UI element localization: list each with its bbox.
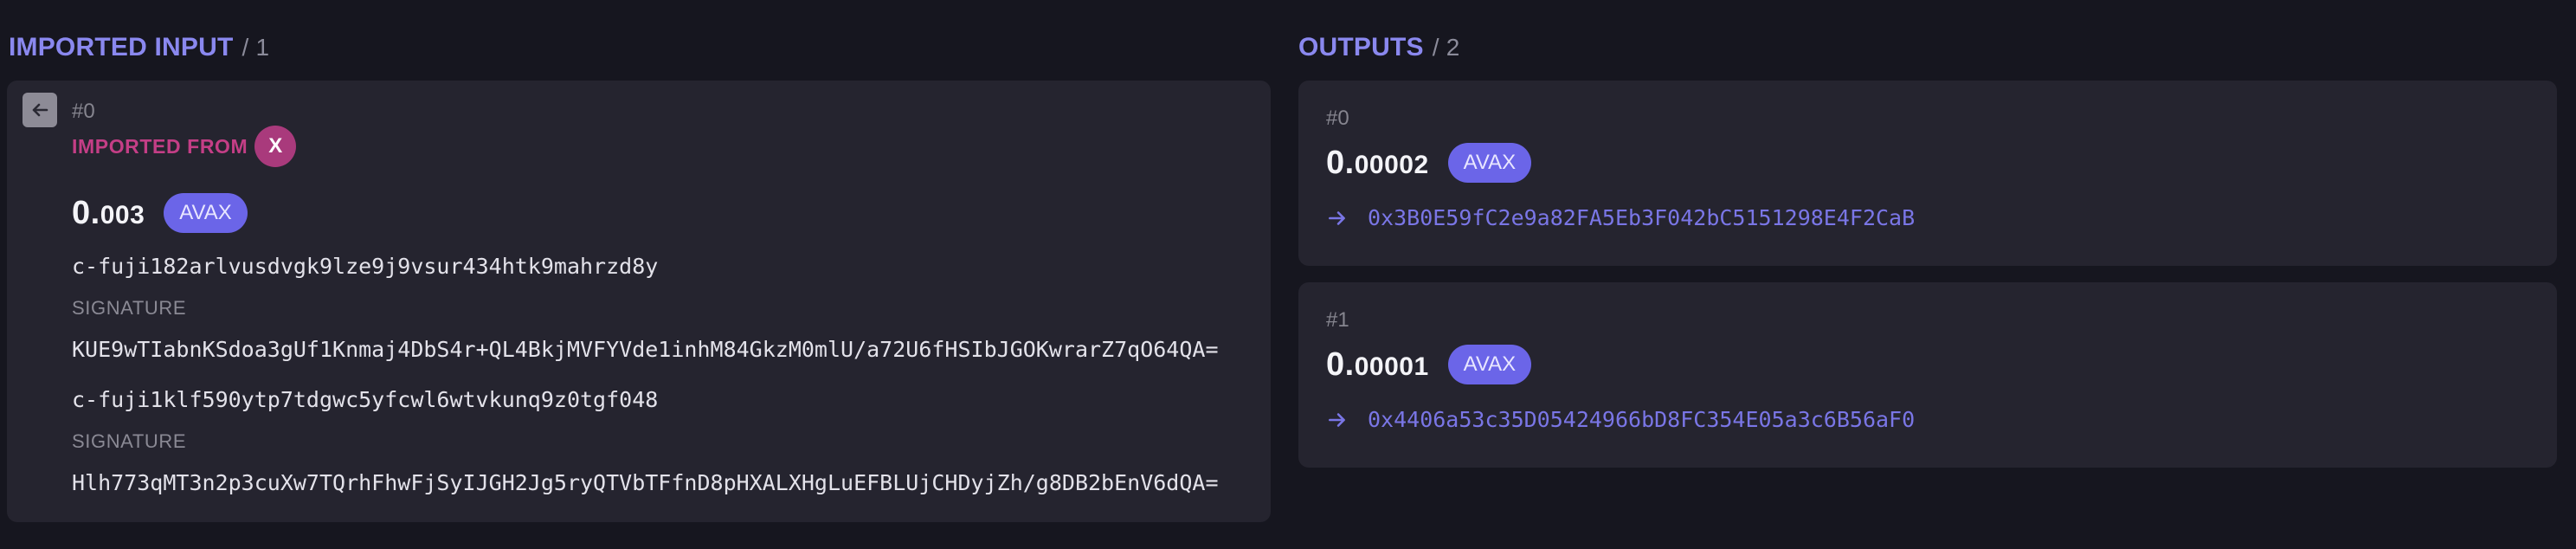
output-asset-badge: AVAX — [1447, 143, 1532, 183]
credential-address[interactable]: c-fuji1klf590ytp7tdgwc5yfcwl6wtvkunq9z0t… — [72, 387, 658, 412]
imported-input-count: / 1 — [242, 34, 270, 61]
signature-label: SIGNATURE — [72, 430, 187, 452]
output-asset-badge: AVAX — [1447, 345, 1532, 384]
output-index: #0 — [1326, 107, 1349, 130]
imported-from-row: IMPORTED FROM X — [72, 126, 297, 167]
input-index: #0 — [72, 100, 95, 123]
output-amount: 0.00001 — [1326, 346, 1429, 383]
imported-input-heading: IMPORTED INPUT / 1 — [9, 33, 269, 68]
output-address-row: 0x3B0E59fC2e9a82FA5Eb3F042bC5151298E4F2C… — [1326, 205, 1915, 230]
x-chain-badge: X — [254, 126, 297, 167]
outputs-title: OUTPUTS — [1298, 33, 1424, 61]
arrow-left-icon — [32, 103, 48, 117]
signature-label: SIGNATURE — [72, 297, 187, 319]
imported-input-card: #0 IMPORTED FROM X 0.003 AVAX c-fuji182a… — [7, 81, 1271, 522]
output-address-row: 0x4406a53c35D05424966bD8FC354E05a3c6B56a… — [1326, 407, 1915, 432]
output-address-link[interactable]: 0x4406a53c35D05424966bD8FC354E05a3c6B56a… — [1368, 407, 1915, 432]
arrow-right-icon — [1329, 412, 1345, 427]
output-amount-row: 0.00002 AVAX — [1326, 143, 1532, 183]
signature-value: Hlh773qMT3n2p3cuXw7TQrhFhwFjSyIJGH2Jg5ry… — [72, 470, 1219, 495]
signature-value: KUE9wTIabnKSdoa3gUf1Knmaj4DbS4r+QL4BkjMV… — [72, 337, 1219, 362]
outputs-count: / 2 — [1432, 34, 1460, 61]
back-button[interactable] — [23, 93, 57, 127]
input-amount: 0.003 — [72, 194, 145, 231]
imported-input-title: IMPORTED INPUT — [9, 33, 234, 61]
output-card: #1 0.00001 AVAX 0x4406a53c35D05424966bD8… — [1298, 282, 2557, 468]
output-card: #0 0.00002 AVAX 0x3B0E59fC2e9a82FA5Eb3F0… — [1298, 81, 2557, 266]
output-amount-row: 0.00001 AVAX — [1326, 345, 1532, 384]
arrow-right-icon — [1329, 210, 1345, 225]
outputs-heading: OUTPUTS / 2 — [1298, 33, 1459, 68]
input-asset-badge: AVAX — [164, 193, 248, 233]
input-amount-row: 0.003 AVAX — [72, 193, 248, 233]
output-index: #1 — [1326, 308, 1349, 332]
imported-from-label: IMPORTED FROM — [72, 134, 248, 158]
output-amount: 0.00002 — [1326, 144, 1429, 181]
output-address-link[interactable]: 0x3B0E59fC2e9a82FA5Eb3F042bC5151298E4F2C… — [1368, 205, 1915, 230]
credential-address[interactable]: c-fuji182arlvusdvgk9lze9j9vsur434htk9mah… — [72, 254, 658, 279]
